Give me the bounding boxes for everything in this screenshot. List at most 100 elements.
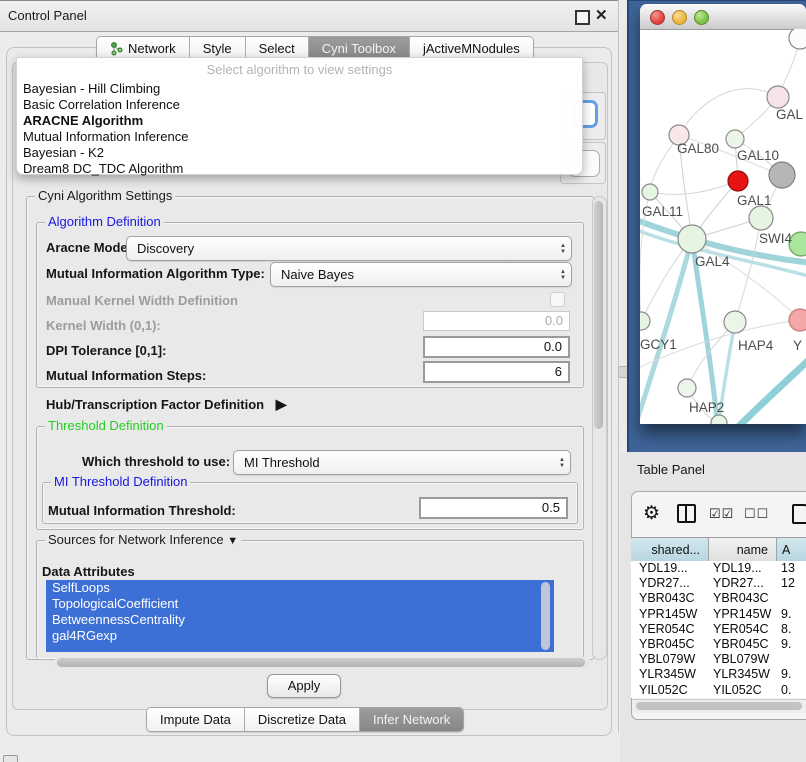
table-row[interactable]: YBR045CYBR045C9. bbox=[631, 637, 806, 652]
algorithm-option[interactable]: Basic Correlation Inference bbox=[21, 97, 577, 113]
network-node-label: HAP4 bbox=[738, 338, 774, 353]
algorithm-option[interactable]: Bayesian - Hill Climbing bbox=[21, 81, 577, 97]
dpi-tolerance-field[interactable]: 0.0 bbox=[423, 336, 570, 358]
table-horizontal-scrollbar[interactable] bbox=[632, 699, 806, 713]
column-header-shared-name[interactable]: shared... bbox=[631, 538, 709, 562]
which-threshold-combobox[interactable]: MI Threshold ▲▼ bbox=[233, 450, 571, 475]
split-columns-icon[interactable] bbox=[677, 504, 696, 523]
tab-jactivemnodules-label: jActiveMNodules bbox=[423, 41, 520, 56]
mi-steps-field[interactable]: 6 bbox=[423, 361, 570, 383]
attributes-scrollbar[interactable] bbox=[541, 582, 550, 650]
network-node[interactable] bbox=[789, 29, 806, 49]
table-header-row: shared... name A bbox=[631, 537, 806, 563]
kernel-width-field[interactable]: 0.0 bbox=[423, 311, 570, 331]
table-row[interactable]: YLR345WYLR345W9. bbox=[631, 667, 806, 682]
network-node[interactable] bbox=[711, 415, 727, 424]
network-node-label: GAL1 bbox=[737, 193, 772, 208]
network-node[interactable] bbox=[642, 184, 658, 200]
settings-horizontal-scrollbar[interactable] bbox=[54, 657, 591, 668]
network-node[interactable] bbox=[769, 162, 795, 188]
network-node-label: Y bbox=[793, 338, 802, 353]
network-edge[interactable] bbox=[650, 181, 738, 194]
network-window-titlebar[interactable] bbox=[640, 4, 806, 30]
float-window-icon[interactable] bbox=[575, 10, 590, 25]
tab-infer-network-label: Infer Network bbox=[373, 712, 450, 727]
table-cell: YIL052C bbox=[709, 683, 777, 698]
cyni-mode-tabs: Impute Data Discretize Data Infer Networ… bbox=[146, 707, 464, 732]
table-row[interactable]: YDR27...YDR27...12 bbox=[631, 576, 806, 591]
network-node-label: GAL11 bbox=[642, 204, 683, 219]
table-row[interactable]: YPR145WYPR145W9. bbox=[631, 607, 806, 622]
algorithm-definition-title: Algorithm Definition bbox=[45, 215, 164, 229]
network-node[interactable] bbox=[728, 171, 748, 191]
sources-group-title[interactable]: Sources for Network Inference ▼ bbox=[45, 533, 241, 548]
table-cell: YBL079W bbox=[709, 652, 777, 667]
tab-infer-network[interactable]: Infer Network bbox=[360, 708, 463, 731]
algorithm-option[interactable]: Dream8 DC_TDC Algorithm bbox=[21, 161, 577, 177]
network-node[interactable] bbox=[678, 225, 706, 253]
data-attribute-item[interactable]: BetweennessCentrality bbox=[46, 612, 554, 628]
table-cell: YER054C bbox=[709, 622, 777, 637]
algorithm-option[interactable]: Mutual Information Inference bbox=[21, 129, 577, 145]
network-node[interactable] bbox=[724, 311, 746, 333]
network-node[interactable] bbox=[726, 130, 744, 148]
data-attribute-item[interactable]: gal4RGexp bbox=[46, 628, 554, 644]
algorithm-dropdown: Select algorithm to view settings Bayesi… bbox=[16, 57, 583, 175]
mi-algorithm-type-combobox[interactable]: Naive Bayes ▲▼ bbox=[270, 262, 572, 287]
network-edge[interactable] bbox=[679, 89, 778, 135]
control-panel-title: Control Panel bbox=[8, 1, 87, 31]
select-all-columns-icon[interactable]: ☑☑ bbox=[709, 504, 734, 523]
network-node-label: HAP2 bbox=[689, 400, 724, 415]
network-node[interactable] bbox=[749, 206, 773, 230]
tab-impute-data[interactable]: Impute Data bbox=[147, 708, 245, 731]
which-threshold-label: Which threshold to use: bbox=[82, 454, 230, 469]
table-row[interactable]: YDL19...YDL19...13 bbox=[631, 561, 806, 576]
network-node[interactable] bbox=[678, 379, 696, 397]
algorithm-option[interactable]: Bayesian - K2 bbox=[21, 145, 577, 161]
hub-definition-disclosure[interactable]: Hub/Transcription Factor Definition ▶ bbox=[46, 396, 287, 413]
window-minimize-icon[interactable] bbox=[672, 10, 687, 25]
data-attribute-item[interactable]: SelfLoops bbox=[46, 580, 554, 596]
data-attributes-list: SelfLoopsTopologicalCoefficientBetweenne… bbox=[46, 580, 554, 652]
table-settings-gear-icon[interactable]: ⚙ bbox=[643, 504, 660, 523]
window-close-icon[interactable] bbox=[650, 10, 665, 25]
network-node-label: GAL bbox=[776, 107, 804, 122]
table-panel-header: Table Panel bbox=[620, 452, 806, 489]
table-cell: 9. bbox=[777, 667, 806, 682]
network-edge[interactable] bbox=[736, 357, 806, 424]
tab-discretize-data[interactable]: Discretize Data bbox=[245, 708, 360, 731]
network-node[interactable] bbox=[767, 86, 789, 108]
algorithm-option[interactable]: ARACNE Algorithm bbox=[21, 113, 577, 129]
table-cell: YBR043C bbox=[631, 591, 709, 606]
apply-button[interactable]: Apply bbox=[267, 674, 341, 698]
network-graph-canvas[interactable]: GALGAL80GAL10GAL1GAL11GAL4SWI4GCY1HAP4YH… bbox=[640, 29, 806, 424]
unselect-all-columns-icon[interactable]: ☐☐ bbox=[744, 504, 769, 523]
close-panel-icon[interactable]: ✕ bbox=[595, 6, 608, 26]
aracne-mode-combobox[interactable]: Discovery ▲▼ bbox=[126, 236, 572, 261]
manual-kernel-width-checkbox[interactable] bbox=[550, 292, 565, 307]
network-node[interactable] bbox=[789, 309, 806, 331]
mi-threshold-field[interactable]: 0.5 bbox=[419, 497, 568, 519]
network-node[interactable] bbox=[640, 312, 650, 330]
tab-select-label: Select bbox=[259, 41, 295, 56]
network-view-window[interactable]: GALGAL80GAL10GAL1GAL11GAL4SWI4GCY1HAP4YH… bbox=[640, 4, 806, 424]
table-row[interactable]: YBL079WYBL079W bbox=[631, 652, 806, 667]
table-cell: YBL079W bbox=[631, 652, 709, 667]
data-attribute-item[interactable]: TopologicalCoefficient bbox=[46, 596, 554, 612]
table-cell bbox=[777, 591, 806, 606]
algorithm-dropdown-placeholder: Select algorithm to view settings bbox=[17, 62, 582, 77]
tab-style-label: Style bbox=[203, 41, 232, 56]
disclosure-down-icon: ▼ bbox=[227, 535, 238, 547]
export-document-icon[interactable] bbox=[792, 504, 806, 524]
control-panel-window: Control Panel ✕ Network Style bbox=[0, 0, 619, 733]
column-header-name[interactable]: name bbox=[709, 538, 777, 562]
table-row[interactable]: YIL052CYIL052C0. bbox=[631, 683, 806, 698]
settings-vertical-scrollbar[interactable] bbox=[592, 196, 607, 660]
column-header-clipped[interactable]: A bbox=[777, 538, 806, 562]
dpi-tolerance-label: DPI Tolerance [0,1]: bbox=[46, 343, 166, 358]
window-zoom-icon[interactable] bbox=[694, 10, 709, 25]
table-row[interactable]: YER054CYER054C8. bbox=[631, 622, 806, 637]
table-cell: YDR27... bbox=[631, 576, 709, 591]
table-row[interactable]: YBR043CYBR043C bbox=[631, 591, 806, 606]
minimized-panel-icon[interactable] bbox=[3, 755, 18, 762]
